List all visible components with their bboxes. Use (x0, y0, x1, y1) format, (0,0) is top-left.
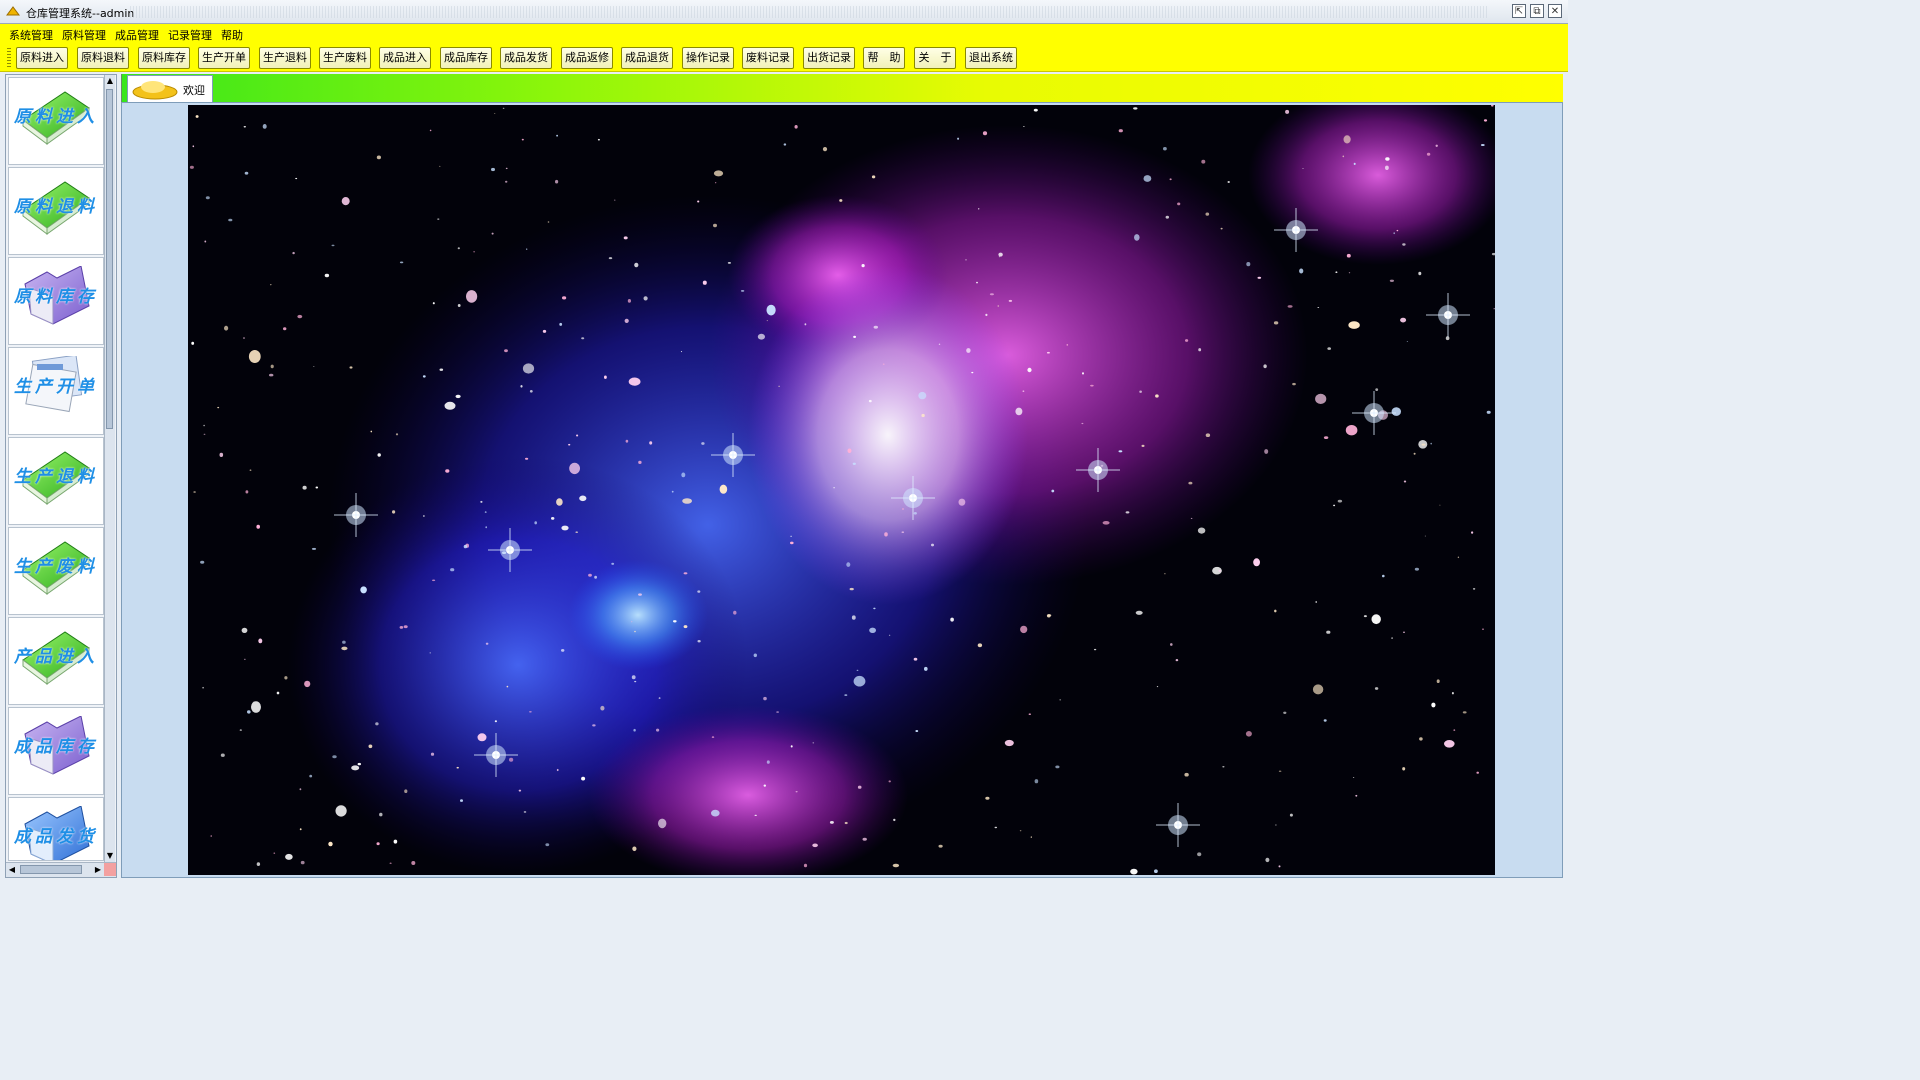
menu-records[interactable]: 记录管理 (168, 27, 212, 43)
menu-help[interactable]: 帮助 (221, 27, 243, 43)
scroll-down-arrow-icon[interactable]: ▼ (105, 850, 115, 862)
scroll-up-arrow-icon[interactable]: ▲ (105, 75, 115, 87)
sidebar-panel: 原料进入 原料退料 原料库存 生产开单 生产退料 生产废料 产品进入 成品库存 … (5, 74, 117, 878)
toolbar-product-in-button[interactable]: 成品进入 (379, 47, 431, 69)
window-titlebar: 仓库管理系统--admin ⇱ ⧉ ✕ (0, 0, 1568, 24)
menu-system[interactable]: 系统管理 (9, 27, 53, 43)
tab-welcome[interactable]: 欢迎 (127, 75, 213, 102)
sidebar-item-label: 生产退料 (14, 467, 98, 487)
sidebar-vertical-scrollbar[interactable]: ▲ ▼ (104, 75, 115, 862)
sidebar-item-label: 原料库存 (14, 287, 98, 307)
toolbar-shipping-log-button[interactable]: 出货记录 (803, 47, 855, 69)
sidebar-item-production-waste[interactable]: 生产废料 (8, 527, 104, 615)
scroll-right-arrow-icon[interactable]: ▶ (92, 863, 104, 876)
restore-window-button[interactable]: ⇱ (1512, 4, 1526, 18)
sidebar-item-label: 生产废料 (14, 557, 98, 577)
sidebar-item-label: 产品进入 (14, 647, 98, 667)
toolbar-raw-return-button[interactable]: 原料退料 (77, 47, 129, 69)
toolbar-grip[interactable] (7, 48, 11, 68)
sidebar-item-production-return[interactable]: 生产退料 (8, 437, 104, 525)
close-window-button[interactable]: ✕ (1548, 4, 1562, 18)
toolbar-product-ship-button[interactable]: 成品发货 (500, 47, 552, 69)
flower-logo-icon (132, 81, 178, 100)
sidebar-item-label: 生产开单 (14, 377, 98, 397)
sidebar-item-production-order[interactable]: 生产开单 (8, 347, 104, 435)
sidebar-item-product-in[interactable]: 产品进入 (8, 617, 104, 705)
sidebar-item-raw-in[interactable]: 原料进入 (8, 77, 104, 165)
sidebar-horizontal-scrollbar[interactable]: ◀ ▶ (6, 862, 116, 877)
sidebar-item-product-stock[interactable]: 成品库存 (8, 707, 104, 795)
menu-raw-material[interactable]: 原料管理 (62, 27, 106, 43)
tab-strip: 欢迎 (121, 74, 1563, 102)
toolbar-product-return-button[interactable]: 成品退货 (621, 47, 673, 69)
toolbar-raw-in-button[interactable]: 原料进入 (16, 47, 68, 69)
sidebar-item-raw-stock[interactable]: 原料库存 (8, 257, 104, 345)
menu-bar: 系统管理 原料管理 成品管理 记录管理 帮助 (0, 24, 1568, 44)
toolbar: 原料进入 原料退料 原料库存 生产开单 生产退料 生产废料 成品进入 成品库存 … (0, 44, 1568, 72)
toolbar-exit-button[interactable]: 退出系统 (965, 47, 1017, 69)
scroll-corner (104, 863, 116, 876)
sidebar-item-label: 原料退料 (14, 197, 98, 217)
toolbar-operation-log-button[interactable]: 操作记录 (682, 47, 734, 69)
app-logo-icon (6, 6, 20, 16)
titlebar-grip (130, 6, 1488, 18)
maximize-window-button[interactable]: ⧉ (1530, 4, 1544, 18)
toolbar-product-repair-button[interactable]: 成品返修 (561, 47, 613, 69)
galaxy-cluster-space-image (188, 105, 1495, 875)
sidebar-item-label: 原料进入 (14, 107, 98, 127)
tab-welcome-label: 欢迎 (183, 84, 205, 97)
sidebar-item-label: 成品发货 (14, 827, 98, 847)
sidebar-item-label: 成品库存 (14, 737, 98, 757)
toolbar-production-waste-button[interactable]: 生产废料 (319, 47, 371, 69)
space-image-drawing (188, 105, 1495, 875)
sidebar-item-raw-return[interactable]: 原料退料 (8, 167, 104, 255)
toolbar-raw-stock-button[interactable]: 原料库存 (138, 47, 190, 69)
scroll-left-arrow-icon[interactable]: ◀ (6, 863, 18, 876)
toolbar-about-button[interactable]: 关 于 (914, 47, 956, 69)
toolbar-product-stock-button[interactable]: 成品库存 (440, 47, 492, 69)
horizontal-scroll-thumb[interactable] (20, 865, 82, 874)
content-area (121, 102, 1563, 878)
toolbar-production-order-button[interactable]: 生产开单 (198, 47, 250, 69)
menu-finished-product[interactable]: 成品管理 (115, 27, 159, 43)
sidebar-item-product-ship[interactable]: 成品发货 (8, 797, 104, 861)
scroll-thumb[interactable] (106, 89, 113, 429)
toolbar-waste-log-button[interactable]: 废料记录 (742, 47, 794, 69)
toolbar-production-return-button[interactable]: 生产退料 (259, 47, 311, 69)
window-title: 仓库管理系统--admin (26, 7, 135, 20)
toolbar-help-button[interactable]: 帮 助 (863, 47, 905, 69)
